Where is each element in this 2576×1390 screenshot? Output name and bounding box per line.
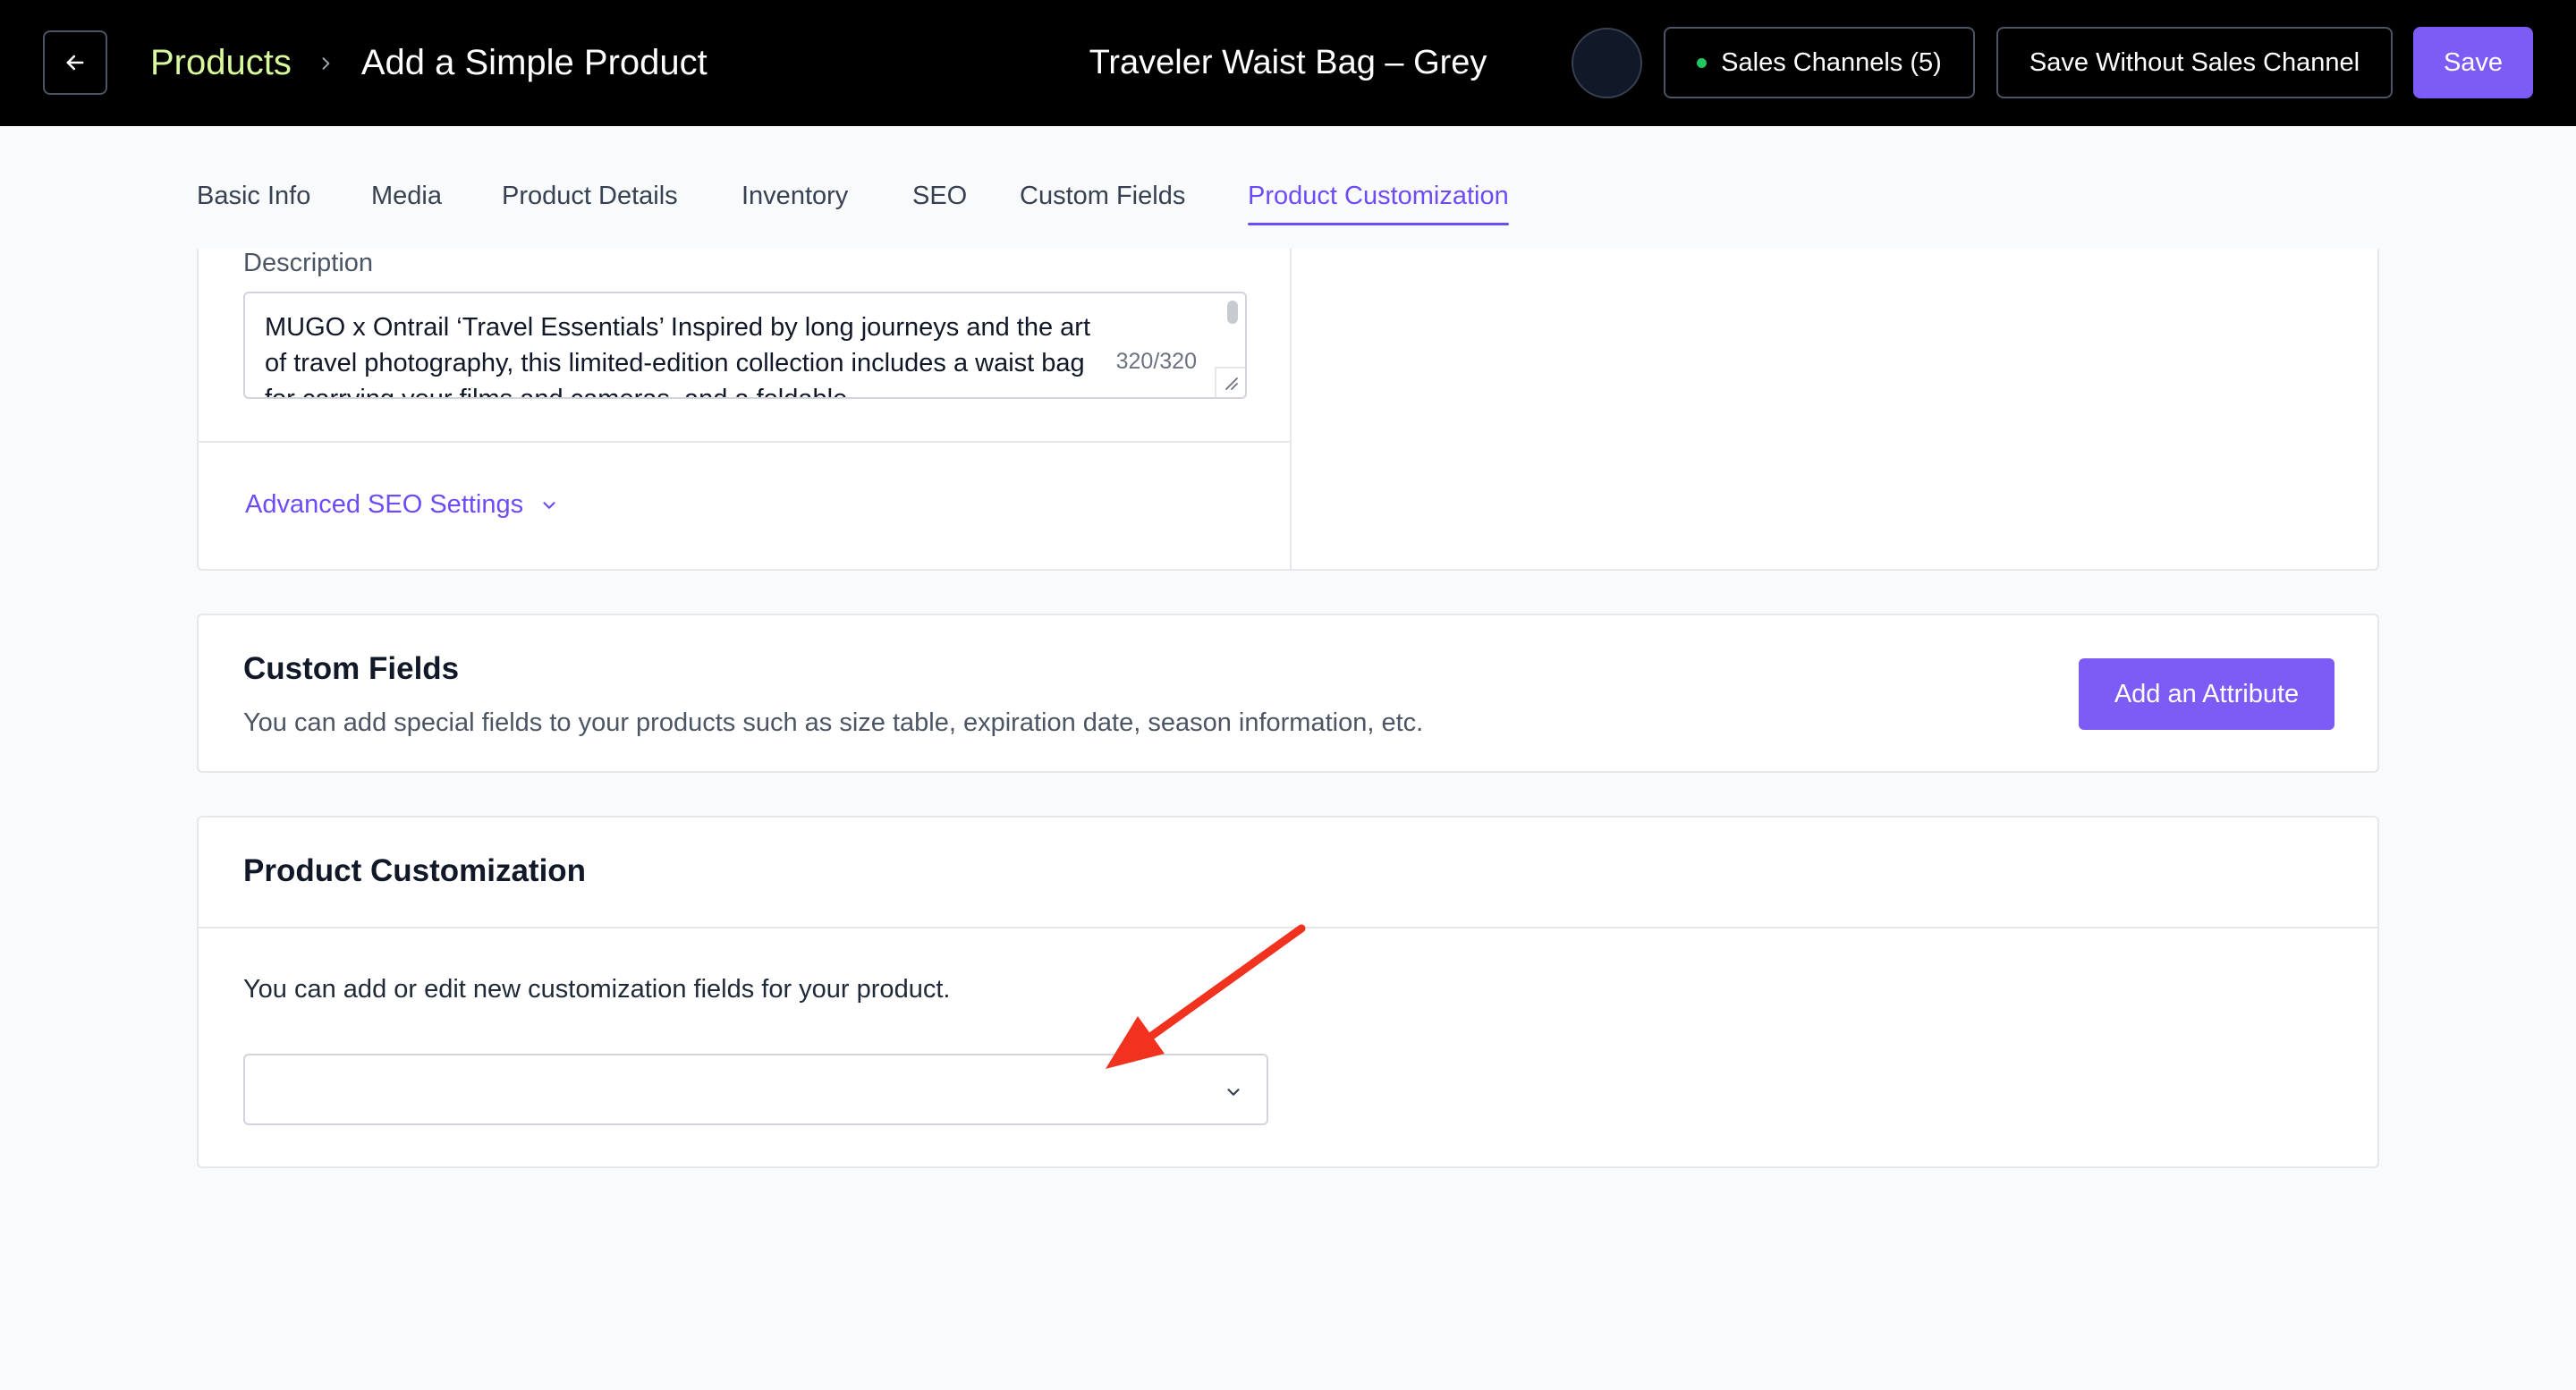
section-divider: [199, 927, 2377, 928]
tab-custom-fields[interactable]: Custom Fields: [1020, 182, 1185, 211]
resize-handle-icon[interactable]: [1215, 367, 1245, 397]
tab-basic-info[interactable]: Basic Info: [197, 182, 310, 211]
product-name: Traveler Waist Bag – Grey: [1089, 44, 1487, 81]
back-button[interactable]: [43, 30, 107, 95]
chevron-down-icon: [1227, 1089, 1240, 1096]
advanced-seo-settings-label: Advanced SEO Settings: [245, 490, 524, 519]
top-bar: Products Add a Simple Product Traveler W…: [0, 0, 2576, 126]
arrow-left-icon: [66, 55, 84, 71]
status-dot-icon: [1697, 57, 1707, 68]
textarea-scrollbar[interactable]: [1227, 301, 1238, 324]
seo-card: Description MUGO x Ontrail ‘Travel Essen…: [197, 249, 2379, 571]
tab-product-customization[interactable]: Product Customization: [1248, 182, 1509, 225]
chevron-right-icon: [317, 55, 335, 72]
product-customization-title: Product Customization: [243, 853, 587, 888]
custom-fields-title: Custom Fields: [243, 651, 460, 686]
advanced-seo-settings-toggle[interactable]: Advanced SEO Settings: [245, 490, 559, 520]
breadcrumb: Products Add a Simple Product: [150, 0, 708, 126]
save-without-sales-channel-button[interactable]: Save Without Sales Channel: [1996, 27, 2393, 98]
custom-fields-card: Custom Fields You can add special fields…: [197, 614, 2379, 773]
column-divider: [1290, 249, 1292, 569]
description-text: MUGO x Ontrail ‘Travel Essentials’ Inspi…: [265, 313, 1091, 399]
product-customization-card: Product Customization You can add or edi…: [197, 816, 2379, 1168]
sales-channels-label: Sales Channels (5): [1721, 47, 1942, 77]
chevron-down-icon: [543, 501, 555, 509]
customization-select[interactable]: [243, 1054, 1268, 1125]
tab-media[interactable]: Media: [371, 182, 442, 211]
breadcrumb-products-link[interactable]: Products: [150, 43, 292, 83]
tab-seo[interactable]: SEO: [912, 182, 967, 211]
tab-inventory[interactable]: Inventory: [741, 182, 848, 211]
section-divider: [199, 441, 1290, 443]
section-tabs: Basic Info Media Product Details Invento…: [0, 126, 2576, 250]
description-label: Description: [243, 249, 374, 277]
character-counter: 320/320: [1115, 349, 1197, 374]
product-customization-description: You can add or edit new customization fi…: [243, 975, 951, 1004]
breadcrumb-current: Add a Simple Product: [360, 43, 708, 82]
tab-product-details[interactable]: Product Details: [502, 182, 678, 211]
sales-channels-button[interactable]: Sales Channels (5): [1664, 27, 1975, 98]
save-button[interactable]: Save: [2413, 27, 2533, 98]
description-textarea[interactable]: MUGO x Ontrail ‘Travel Essentials’ Inspi…: [243, 292, 1247, 399]
avatar[interactable]: [1572, 28, 1642, 98]
add-attribute-button[interactable]: Add an Attribute: [2079, 658, 2334, 730]
custom-fields-description: You can add special fields to your produ…: [243, 708, 1424, 737]
